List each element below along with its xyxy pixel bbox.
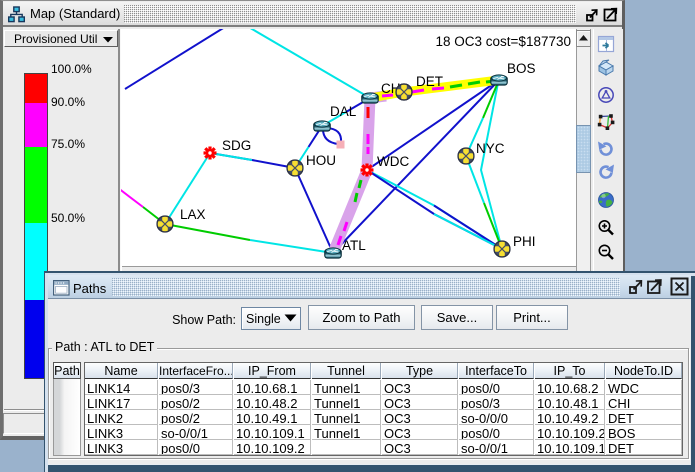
svg-text:PHI: PHI xyxy=(513,234,536,249)
svg-text:DAL: DAL xyxy=(330,104,357,119)
svg-text:NYC: NYC xyxy=(476,141,505,156)
svg-text:DET: DET xyxy=(416,74,443,89)
svg-text:BOS: BOS xyxy=(507,61,536,76)
svg-text:ATL: ATL xyxy=(342,238,366,253)
svg-text:WDC: WDC xyxy=(377,154,409,169)
svg-text:LAX: LAX xyxy=(180,207,206,222)
svg-text:SDG: SDG xyxy=(222,138,251,153)
svg-text:HOU: HOU xyxy=(306,153,336,168)
